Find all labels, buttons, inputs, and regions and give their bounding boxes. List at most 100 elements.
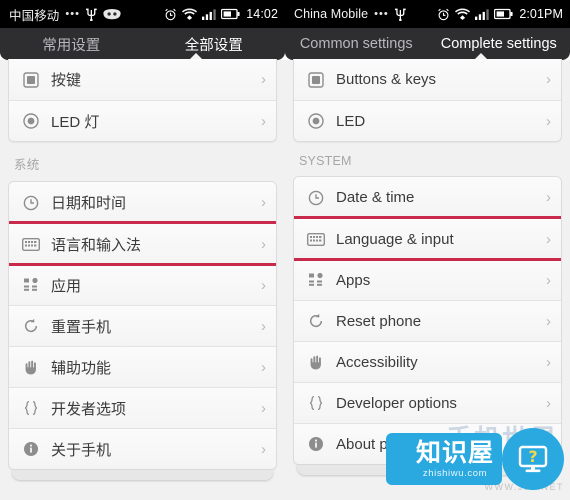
list-item[interactable]: Accessibility › — [294, 341, 561, 382]
list-item-label: Accessibility — [336, 353, 418, 371]
list-item[interactable]: 辅助功能 › — [9, 346, 276, 387]
braces-icon — [306, 393, 326, 413]
chevron-right-icon: › — [546, 112, 551, 130]
list-item[interactable]: 开发者选项 › — [9, 387, 276, 428]
led-icon — [21, 111, 41, 131]
phone-screen-english: China Mobile ••• 2:01PM Common settings … — [285, 0, 570, 500]
alarm-clock-icon — [437, 8, 450, 21]
alarm-clock-icon — [164, 8, 177, 21]
chevron-right-icon: › — [546, 71, 551, 88]
status-bar: China Mobile ••• 2:01PM — [285, 0, 570, 28]
chevron-right-icon: › — [546, 435, 551, 453]
carrier-label: 中国移动 — [9, 8, 60, 23]
chevron-right-icon: › — [546, 271, 551, 289]
chevron-right-icon: › — [546, 353, 551, 371]
list-item-label: LED — [336, 112, 366, 130]
list-item-label: 应用 — [51, 277, 82, 295]
tab-common-settings[interactable]: Common settings — [285, 36, 428, 52]
list-item[interactable]: LED 灯 › — [9, 100, 276, 141]
highlighted-row-wrapper: 语言和输入法 › — [9, 221, 276, 266]
list-bottom-edge — [12, 470, 273, 480]
chevron-right-icon: › — [546, 394, 551, 412]
list-item-language-input[interactable]: 语言和输入法 › — [9, 223, 276, 264]
wifi-icon — [182, 8, 198, 20]
list-item-label: Developer options — [336, 394, 457, 412]
settings-list[interactable]: Buttons & keys › LED › SYSTEM Date & tim… — [285, 59, 570, 500]
chevron-right-icon: › — [261, 112, 266, 130]
list-item[interactable]: 日期和时间 › — [9, 182, 276, 223]
settings-group-display: 按键 › LED 灯 › — [8, 59, 277, 142]
list-item[interactable]: 应用 › — [9, 264, 276, 305]
info-icon — [306, 434, 326, 454]
buttons-keys-icon — [306, 70, 326, 90]
list-item-label: Date & time — [336, 189, 415, 206]
reset-icon — [21, 316, 41, 336]
hand-icon — [21, 357, 41, 377]
list-bottom-edge — [297, 465, 558, 475]
list-item[interactable]: 重置手机 › — [9, 305, 276, 346]
chevron-right-icon: › — [261, 71, 266, 88]
tab-complete-settings[interactable]: 全部设置 — [143, 34, 286, 55]
tab-complete-settings[interactable]: Complete settings — [428, 36, 570, 52]
signal-dots-icon: ••• — [374, 8, 389, 20]
dual-screenshot-comparison: 中国移动 ••• 14:02 常用设置 全部设置 按键 › LED 灯 › 系统… — [0, 0, 570, 500]
list-item-label: 按键 — [51, 72, 82, 89]
apps-grid-icon — [21, 275, 41, 295]
signal-bars-icon — [202, 8, 216, 20]
clock-icon — [21, 193, 41, 213]
robot-face-icon — [103, 8, 121, 20]
highlighted-row-wrapper: Language & input › — [294, 216, 561, 261]
tab-common-settings[interactable]: 常用设置 — [0, 34, 143, 55]
list-item-label: 关于手机 — [51, 441, 112, 459]
list-item-language-input[interactable]: Language & input › — [294, 218, 561, 259]
keyboard-icon — [21, 234, 41, 254]
braces-icon — [21, 398, 41, 418]
phone-screen-chinese: 中国移动 ••• 14:02 常用设置 全部设置 按键 › LED 灯 › 系统… — [0, 0, 285, 500]
chevron-right-icon: › — [261, 235, 266, 253]
list-item[interactable]: 关于手机 › — [9, 428, 276, 469]
status-bar: 中国移动 ••• 14:02 — [0, 0, 285, 28]
usb-icon — [85, 7, 97, 22]
list-item[interactable]: Date & time › — [294, 177, 561, 218]
battery-icon — [221, 8, 240, 20]
keyboard-icon — [306, 229, 326, 249]
battery-icon — [494, 8, 513, 20]
list-item-label: 语言和输入法 — [51, 236, 142, 254]
clock-label: 2:01PM — [519, 7, 563, 21]
list-item-label: LED 灯 — [51, 113, 100, 131]
list-item[interactable]: Developer options › — [294, 382, 561, 423]
chevron-right-icon: › — [546, 230, 551, 248]
info-icon — [21, 439, 41, 459]
list-item[interactable]: LED › — [294, 100, 561, 141]
settings-group-system: Date & time › Language & input › Apps › … — [293, 176, 562, 465]
list-item-label: 重置手机 — [51, 318, 112, 336]
clock-icon — [306, 188, 326, 208]
status-bar-left: China Mobile ••• — [294, 7, 437, 22]
list-item[interactable]: Reset phone › — [294, 300, 561, 341]
list-item[interactable]: About phone › — [294, 423, 561, 464]
list-item[interactable]: 按键 › — [9, 59, 276, 100]
settings-group-system: 日期和时间 › 语言和输入法 › 应用 › 重置手机 › 辅助功能 › 开发者选… — [8, 181, 277, 470]
chevron-right-icon: › — [261, 194, 266, 211]
list-item[interactable]: Apps › — [294, 259, 561, 300]
list-item-label: Buttons & keys — [336, 71, 437, 88]
usb-icon — [394, 7, 406, 22]
chevron-right-icon: › — [261, 358, 266, 376]
settings-group-display: Buttons & keys › LED › — [293, 59, 562, 142]
carrier-label: China Mobile — [294, 7, 369, 21]
settings-list[interactable]: 按键 › LED 灯 › 系统 日期和时间 › 语言和输入法 › 应用 › 重置… — [0, 59, 285, 500]
list-item-label: Language & input — [336, 230, 454, 248]
wifi-icon — [455, 8, 471, 20]
list-item[interactable]: Buttons & keys › — [294, 59, 561, 100]
status-bar-right: 2:01PM — [437, 7, 563, 21]
chevron-right-icon: › — [261, 276, 266, 294]
settings-tab-bar: 常用设置 全部设置 — [0, 28, 286, 61]
section-header-system: 系统 — [14, 158, 40, 172]
chevron-right-icon: › — [261, 317, 266, 335]
reset-icon — [306, 311, 326, 331]
hand-icon — [306, 352, 326, 372]
chevron-right-icon: › — [546, 189, 551, 206]
status-bar-left: 中国移动 ••• — [9, 5, 164, 24]
buttons-keys-icon — [21, 70, 41, 90]
list-item-label: 开发者选项 — [51, 400, 127, 418]
